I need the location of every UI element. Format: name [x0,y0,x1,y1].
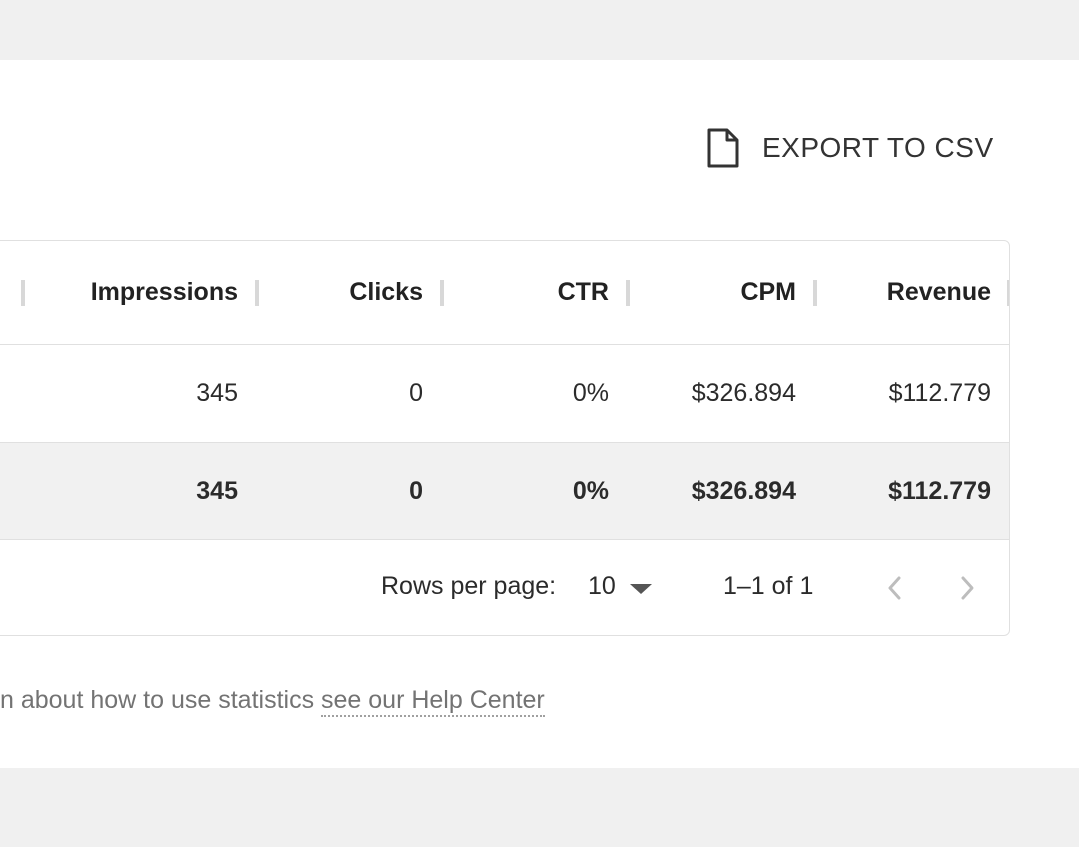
column-header-cpm[interactable]: CPM [691,241,796,344]
cell-revenue: $112.779 [888,379,991,407]
rows-per-page-value: 10 [588,572,616,600]
column-separator[interactable] [813,280,817,306]
column-header-revenue[interactable]: Revenue [851,241,991,344]
table-header-row: Impressions Clicks CTR CPM Revenue [0,241,1009,345]
statistics-table: Impressions Clicks CTR CPM Revenue 345 0… [0,240,1010,636]
column-header-ctr[interactable]: CTR [491,241,609,344]
column-header-impressions[interactable]: Impressions [91,241,238,344]
total-ctr: 0% [572,476,609,505]
column-separator[interactable] [440,280,444,306]
column-separator[interactable] [626,280,630,306]
chevron-right-icon [961,576,974,600]
export-label: EXPORT TO CSV [762,132,994,163]
column-separator[interactable] [21,280,25,306]
previous-page-button[interactable] [876,570,912,606]
export-to-csv-button[interactable]: EXPORT TO CSV [700,120,1000,176]
chevron-left-icon [888,576,901,600]
column-separator[interactable] [1007,280,1009,306]
total-revenue: $112.779 [888,476,991,505]
cell-impressions: 345 [196,379,238,407]
help-center-link[interactable]: see our Help Center [321,686,545,717]
table-total-row: 345 0 0% $326.894 $112.779 [0,443,1009,540]
column-header-clicks[interactable]: Clicks [291,241,423,344]
caret-down-icon [629,583,652,594]
cell-ctr: 0% [572,379,609,407]
total-clicks: 0 [409,476,423,505]
help-text: n about how to use statistics see our He… [0,686,545,717]
table-row: 345 0 0% $326.894 $112.779 [0,345,1009,443]
help-text-body: n about how to use statistics [0,686,322,714]
column-separator[interactable] [255,280,259,306]
cell-cpm: $326.894 [691,379,796,407]
rows-per-page-label: Rows per page: [381,572,557,600]
next-page-button[interactable] [950,570,986,606]
rows-per-page-select[interactable]: 10 [588,572,652,601]
pagination-bar: Rows per page: 10 1–1 of 1 [0,540,1009,635]
cell-clicks: 0 [409,379,423,407]
file-icon [706,125,746,171]
total-impressions: 345 [196,476,238,505]
total-cpm: $326.894 [691,476,796,505]
pagination-range: 1–1 of 1 [723,572,814,600]
